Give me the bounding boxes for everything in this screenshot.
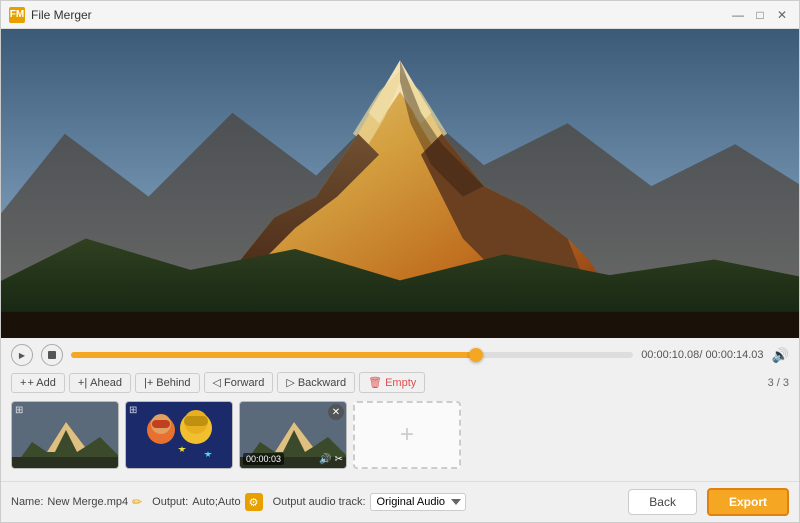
add-clip-button[interactable]: + [353,401,461,469]
progress-fill [71,352,476,358]
toolbar-row: + + Add +| Ahead |+ Behind ◁ Forward ▷ B… [11,372,789,393]
behind-icon: |+ [144,377,153,389]
backward-icon: ▷ [286,376,294,389]
clip-2-grid-icon: ⊞ [129,405,137,416]
forward-button[interactable]: ◁ Forward [204,372,274,393]
controls-area: ▶ 00:00:10.08/ 00:00:14.03 🔊 + + Add +| [1,338,799,481]
audio-section: Output audio track: Original Audio Track… [273,493,466,511]
progress-handle [469,348,483,362]
clip-1-grid-icon: ⊞ [15,405,23,416]
window-title: File Merger [31,8,729,22]
ahead-button[interactable]: +| Ahead [69,373,131,393]
app-icon: FM [9,7,25,23]
backward-button[interactable]: ▷ Backward [277,372,355,393]
audio-track-select[interactable]: Original Audio Track 1 Track 2 [370,493,466,511]
output-settings-icon[interactable]: ⚙ [245,493,263,511]
name-label: Name: [11,496,43,508]
add-clip-plus-icon: + [400,421,414,449]
progress-bar[interactable] [71,352,633,358]
clip-item-3[interactable]: ✕ 00:00:03 🔊 ✂ [239,401,347,469]
back-button[interactable]: Back [628,489,697,515]
clip-item-1[interactable]: ⊞ [11,401,119,469]
name-value: New Merge.mp4 [47,496,128,508]
clip-3-overlay: 00:00:03 🔊 ✂ [243,453,343,465]
clip-3-icons: 🔊 ✂ [319,454,343,465]
clips-row: ⊞ ⊞ [11,401,789,469]
output-section: Output: Auto;Auto ⚙ [152,493,262,511]
output-label: Output: [152,496,188,508]
video-display [1,29,799,338]
trash-icon: 🗑 [368,376,382,389]
play-button[interactable]: ▶ [11,344,33,366]
output-value: Auto;Auto [192,496,240,508]
forward-icon: ◁ [213,376,221,389]
main-window: FM File Merger — □ ✕ [0,0,800,523]
window-controls: — □ ✕ [729,6,791,24]
clip-1-thumbnail [12,402,119,469]
titlebar: FM File Merger — □ ✕ [1,1,799,29]
video-area [1,29,799,338]
behind-button[interactable]: |+ Behind [135,373,200,393]
scissors-icon: ✂ [335,454,343,465]
maximize-button[interactable]: □ [751,6,769,24]
audio-track-label: Output audio track: [273,496,366,508]
bottom-bar: Name: New Merge.mp4 ✏ Output: Auto;Auto … [1,481,799,522]
clip-3-time: 00:00:03 [243,453,284,465]
minimize-button[interactable]: — [729,6,747,24]
export-button[interactable]: Export [707,488,789,516]
page-counter: 3 / 3 [768,377,789,389]
add-button[interactable]: + + Add [11,373,65,393]
volume-button[interactable]: 🔊 [772,347,789,364]
ahead-icon: +| [78,377,87,389]
time-display: 00:00:10.08/ 00:00:14.03 [641,349,763,361]
clip-3-close-button[interactable]: ✕ [328,404,344,420]
empty-button[interactable]: 🗑 Empty [359,372,425,393]
audio-icon: 🔊 [319,454,331,465]
close-button[interactable]: ✕ [773,6,791,24]
stop-icon [48,351,56,359]
clip-2-thumbnail [126,402,233,469]
name-edit-icon[interactable]: ✏ [132,495,142,509]
video-frame [1,29,799,338]
stop-button[interactable] [41,344,63,366]
add-icon: + [20,377,26,389]
clip-item-2[interactable]: ⊞ [125,401,233,469]
progress-row: ▶ 00:00:10.08/ 00:00:14.03 🔊 [11,344,789,366]
name-section: Name: New Merge.mp4 ✏ [11,495,142,509]
